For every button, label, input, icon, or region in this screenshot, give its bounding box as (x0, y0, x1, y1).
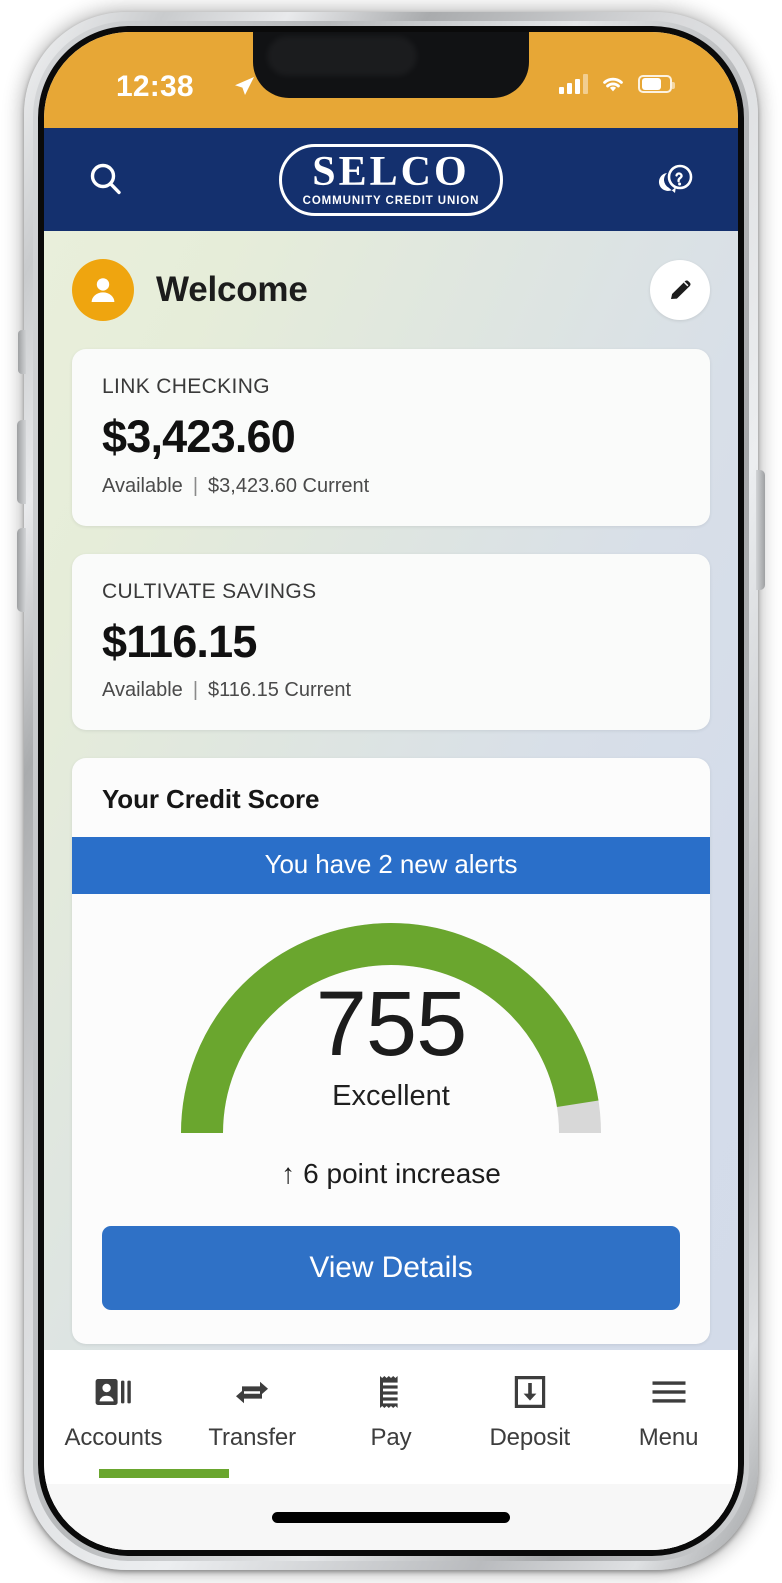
hamburger-menu-icon (651, 1372, 687, 1412)
account-name: LINK CHECKING (102, 375, 270, 398)
view-details-button[interactable]: View Details (102, 1226, 680, 1311)
home-indicator-area (44, 1484, 738, 1550)
subline-divider: | (192, 474, 199, 497)
app-header: SELCO COMMUNITY CREDIT UNION (44, 128, 738, 231)
deposit-download-icon (513, 1372, 547, 1412)
credit-score-gauge: 755 Excellent (72, 894, 710, 1156)
tab-label: Transfer (208, 1424, 297, 1451)
home-indicator[interactable] (272, 1511, 510, 1523)
location-arrow-icon (235, 77, 254, 95)
available-label: Available (102, 679, 183, 702)
current-balance: $3,423.60 Current (208, 474, 370, 497)
app-content: Welcome LINK CHECKING $3,423.60 Availabl… (44, 231, 738, 1350)
account-balance: $3,423.60 (102, 411, 296, 462)
available-label: Available (102, 474, 183, 497)
up-arrow-icon: ↑ (281, 1158, 296, 1190)
pencil-edit-icon[interactable] (650, 260, 710, 320)
tab-label: Menu (638, 1424, 699, 1451)
accounts-card-icon (94, 1372, 132, 1412)
welcome-row: Welcome (72, 231, 710, 349)
battery-icon (638, 75, 675, 93)
subline-divider: | (192, 679, 199, 702)
tab-label: Accounts (64, 1424, 163, 1451)
phone-screen: 12:38 SELCO COMMUNITY CREDIT UNION Welco… (44, 32, 738, 1550)
credit-score-rating: Excellent (332, 1080, 450, 1113)
logo-tagline: COMMUNITY CREDIT UNION (302, 195, 480, 208)
receipt-icon (376, 1372, 406, 1412)
gauge-center-readout: 755 Excellent (72, 978, 710, 1113)
status-bar: 12:38 (44, 32, 738, 128)
cellular-signal-icon (559, 74, 588, 94)
device-stage: 12:38 SELCO COMMUNITY CREDIT UNION Welco… (0, 0, 782, 1583)
change-text: 6 point increase (303, 1158, 501, 1190)
tab-label: Deposit (489, 1424, 571, 1451)
current-balance: $116.15 Current (208, 679, 352, 702)
credit-score-value: 755 (315, 973, 468, 1076)
bottom-tab-bar: Accounts Transfer Pay Deposit Menu (44, 1350, 738, 1550)
credit-score-title: Your Credit Score (102, 784, 320, 815)
volume-up-button[interactable] (17, 420, 26, 504)
search-icon[interactable] (84, 158, 128, 202)
account-balance: $116.15 (102, 615, 257, 667)
alerts-banner[interactable]: You have 2 new alerts (72, 837, 710, 895)
account-card[interactable]: CULTIVATE SAVINGS $116.15 Available | $116… (72, 553, 710, 731)
volume-down-button[interactable] (17, 528, 26, 612)
selco-logo: SELCO COMMUNITY CREDIT UNION (279, 143, 503, 216)
page-title: Welcome (156, 270, 308, 309)
transfer-arrows-icon (232, 1372, 272, 1412)
wifi-icon (603, 77, 623, 92)
power-button[interactable] (756, 470, 765, 590)
logo-wordmark: SELCO (312, 148, 470, 195)
status-indicators (559, 74, 675, 94)
status-time: 12:38 (116, 70, 194, 103)
account-name: CULTIVATE SAVINGS (102, 579, 317, 603)
account-subline: Available | $3,423.60 Current (102, 475, 680, 498)
credit-score-change: ↑ 6 point increase (72, 1158, 710, 1190)
silent-switch-button[interactable] (18, 330, 26, 374)
account-subline: Available | $116.15 Current (102, 679, 680, 702)
person-avatar-icon (72, 259, 134, 321)
credit-score-card: Your Credit Score You have 2 new alerts … (72, 758, 710, 1345)
tab-label: Pay (370, 1424, 412, 1451)
help-chat-icon[interactable] (652, 156, 700, 204)
camera-notch (253, 32, 529, 98)
account-card[interactable]: LINK CHECKING $3,423.60 Available | $3,423… (72, 349, 710, 526)
